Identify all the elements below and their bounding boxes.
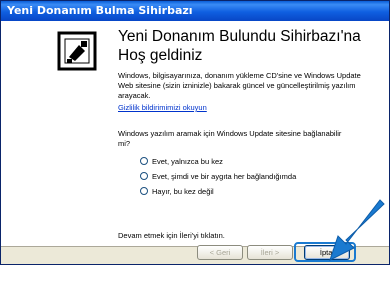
intro-text: Windows, bilgisayarınıza, donanım yüklem… <box>118 71 361 100</box>
privacy-link[interactable]: Gizlilik bildirimimizi okuyun <box>118 103 207 112</box>
radio-button[interactable] <box>140 187 148 195</box>
page-title: Yeni Donanım Bulundu Sihirbazı'na Hoş ge… <box>118 28 361 64</box>
window-title: Yeni Donanım Bulma Sihirbazı <box>1 1 389 21</box>
pointer-arrow-icon <box>329 199 385 261</box>
radio-button[interactable] <box>140 172 148 180</box>
option-label: Hayır, bu kez değil <box>152 187 214 196</box>
next-button[interactable]: İleri > <box>247 245 293 260</box>
option-label: Evet, yalnızca bu kez <box>152 157 223 166</box>
back-button[interactable]: < Geri <box>197 245 243 260</box>
option-label: Evet, şimdi ve bir aygıta her bağlandığı… <box>152 172 297 181</box>
question-text: Windows yazılım aramak için Windows Upda… <box>118 129 342 148</box>
hardware-wizard-icon <box>57 31 97 71</box>
radio-button[interactable] <box>140 157 148 165</box>
